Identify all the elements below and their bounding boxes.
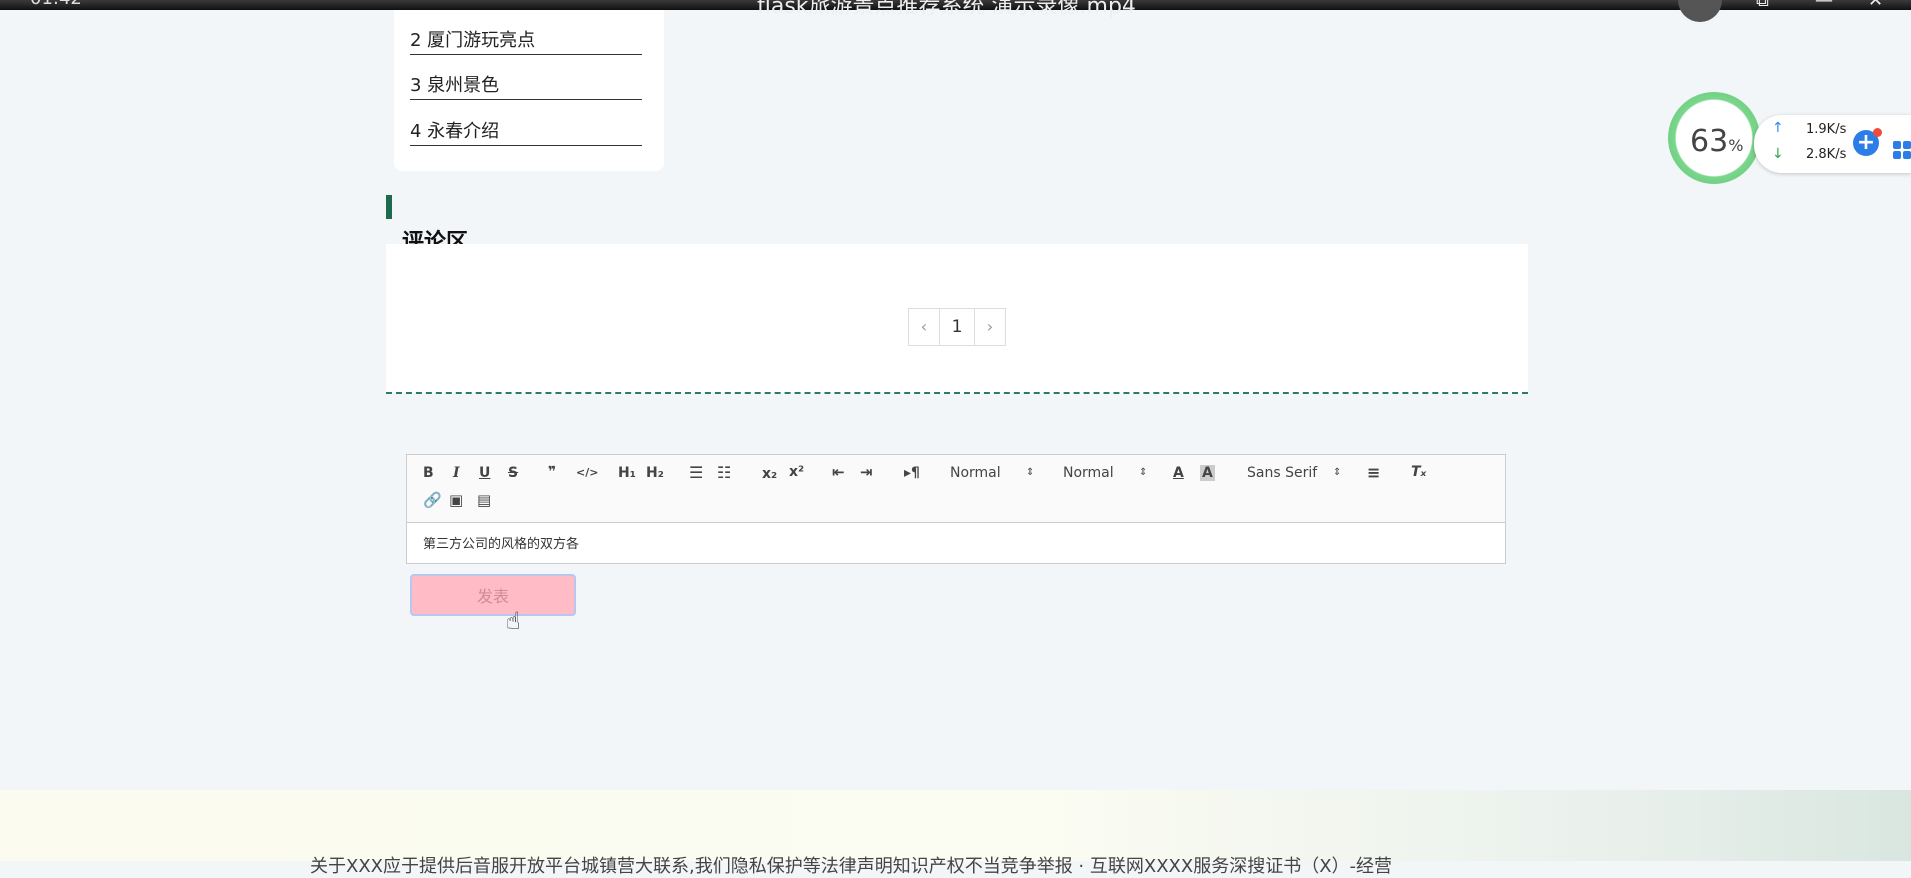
editor-toolbar: B I U S ❞ </> H₁ H₂ ☰ ☷ x₂ x² ⇤ ⇥ ▸¶ Nor… xyxy=(407,455,1505,523)
image-icon[interactable]: ▣ xyxy=(449,491,463,509)
comment-list-panel: ‹ 1 › xyxy=(386,244,1528,394)
list-item[interactable]: 3 泉州景色 xyxy=(410,73,642,100)
download-arrow-icon: ↓ xyxy=(1772,146,1784,162)
chevron-updown-icon: ⇕ xyxy=(1139,467,1148,478)
list-item[interactable]: 2 厦门游玩亮点 xyxy=(410,28,642,55)
pagination: ‹ 1 › xyxy=(908,308,1006,346)
subscript-button[interactable]: x₂ xyxy=(762,466,777,482)
header-select[interactable]: Normal ⇕ xyxy=(1063,465,1153,481)
indent-icon[interactable]: ⇥ xyxy=(860,463,873,481)
size-select[interactable]: Normal ⇕ xyxy=(950,465,1040,481)
outdent-icon[interactable]: ⇤ xyxy=(832,463,845,481)
align-icon[interactable]: ≡ xyxy=(1367,463,1380,482)
fullscreen-icon[interactable]: ⧉ xyxy=(1756,0,1769,11)
page-number-button[interactable]: 1 xyxy=(939,308,975,346)
chevron-updown-icon: ⇕ xyxy=(1026,467,1035,478)
ordered-list-icon[interactable]: ☰ xyxy=(689,463,703,482)
minimize-icon[interactable]: — xyxy=(1815,0,1833,11)
prev-page-button[interactable]: ‹ xyxy=(908,308,940,346)
page-footer: 关于XXX应于提供后音服开放平台城镇营大联系,我们隐私保护等法律声明知识产权不当… xyxy=(0,790,1911,877)
upload-arrow-icon: ↑ xyxy=(1772,120,1784,136)
video-title: flask旅游景点推荐系统 演示录像.mp4 xyxy=(757,0,1136,19)
video-time: 01:42 xyxy=(30,0,82,9)
comment-editor: B I U S ❞ </> H₁ H₂ ☰ ☷ x₂ x² ⇤ ⇥ ▸¶ Nor… xyxy=(406,454,1506,564)
list-item[interactable]: 4 永春介绍 xyxy=(410,119,642,146)
hand-cursor-icon: ☝ xyxy=(506,607,521,635)
upload-speed: 1.9K/s xyxy=(1806,122,1847,137)
bullet-list-icon[interactable]: ☷ xyxy=(717,463,731,482)
chevron-updown-icon: ⇕ xyxy=(1333,467,1342,478)
editor-content[interactable]: 第三方公司的风格的双方各 xyxy=(423,533,579,552)
apps-grid-icon[interactable] xyxy=(1893,141,1911,163)
header-2-button[interactable]: H₂ xyxy=(646,465,664,481)
accelerate-plus-icon[interactable]: + xyxy=(1853,128,1882,156)
size-select-value: Normal xyxy=(950,465,1001,481)
more-icon[interactable] xyxy=(1678,0,1722,22)
link-icon[interactable]: 🔗 xyxy=(423,491,442,509)
code-block-button[interactable]: </> xyxy=(576,466,598,479)
clean-format-button[interactable]: Tₓ xyxy=(1411,464,1426,480)
font-select[interactable]: Sans Serif ⇕ xyxy=(1247,465,1347,481)
header-select-value: Normal xyxy=(1063,465,1114,481)
section-accent-bar xyxy=(386,195,392,219)
text-direction-button[interactable]: ▸¶ xyxy=(904,465,920,481)
header-1-button[interactable]: H₁ xyxy=(618,465,636,481)
article-list-card: 2 厦门游玩亮点 3 泉州景色 4 永春介绍 xyxy=(394,0,664,171)
publish-button[interactable]: 发表 xyxy=(410,574,576,616)
strike-button[interactable]: S xyxy=(508,465,518,481)
underline-button[interactable]: U xyxy=(479,465,490,481)
font-color-icon[interactable]: A xyxy=(1173,465,1184,481)
background-color-icon[interactable]: A xyxy=(1200,465,1215,481)
network-speed-panel: ↑ 1.9K/s ↓ 2.8K/s xyxy=(1754,115,1911,173)
next-page-button[interactable]: › xyxy=(974,308,1006,346)
blockquote-button[interactable]: ❞ xyxy=(548,464,556,480)
bold-button[interactable]: B xyxy=(423,465,434,481)
close-icon[interactable]: ✕ xyxy=(1868,0,1883,11)
superscript-button[interactable]: x² xyxy=(789,464,804,480)
video-icon[interactable]: ▤ xyxy=(477,491,491,509)
notification-dot xyxy=(1873,128,1882,137)
memory-usage-percent: 63% xyxy=(1690,124,1744,159)
italic-button[interactable]: I xyxy=(453,465,460,481)
font-select-value: Sans Serif xyxy=(1247,465,1318,481)
video-title-bar: 01:42 flask旅游景点推荐系统 演示录像.mp4 ⧉ — ✕ xyxy=(0,0,1911,22)
footer-text: 关于XXX应于提供后音服开放平台城镇营大联系,我们隐私保护等法律声明知识产权不当… xyxy=(310,856,1393,877)
download-speed: 2.8K/s xyxy=(1806,147,1847,162)
